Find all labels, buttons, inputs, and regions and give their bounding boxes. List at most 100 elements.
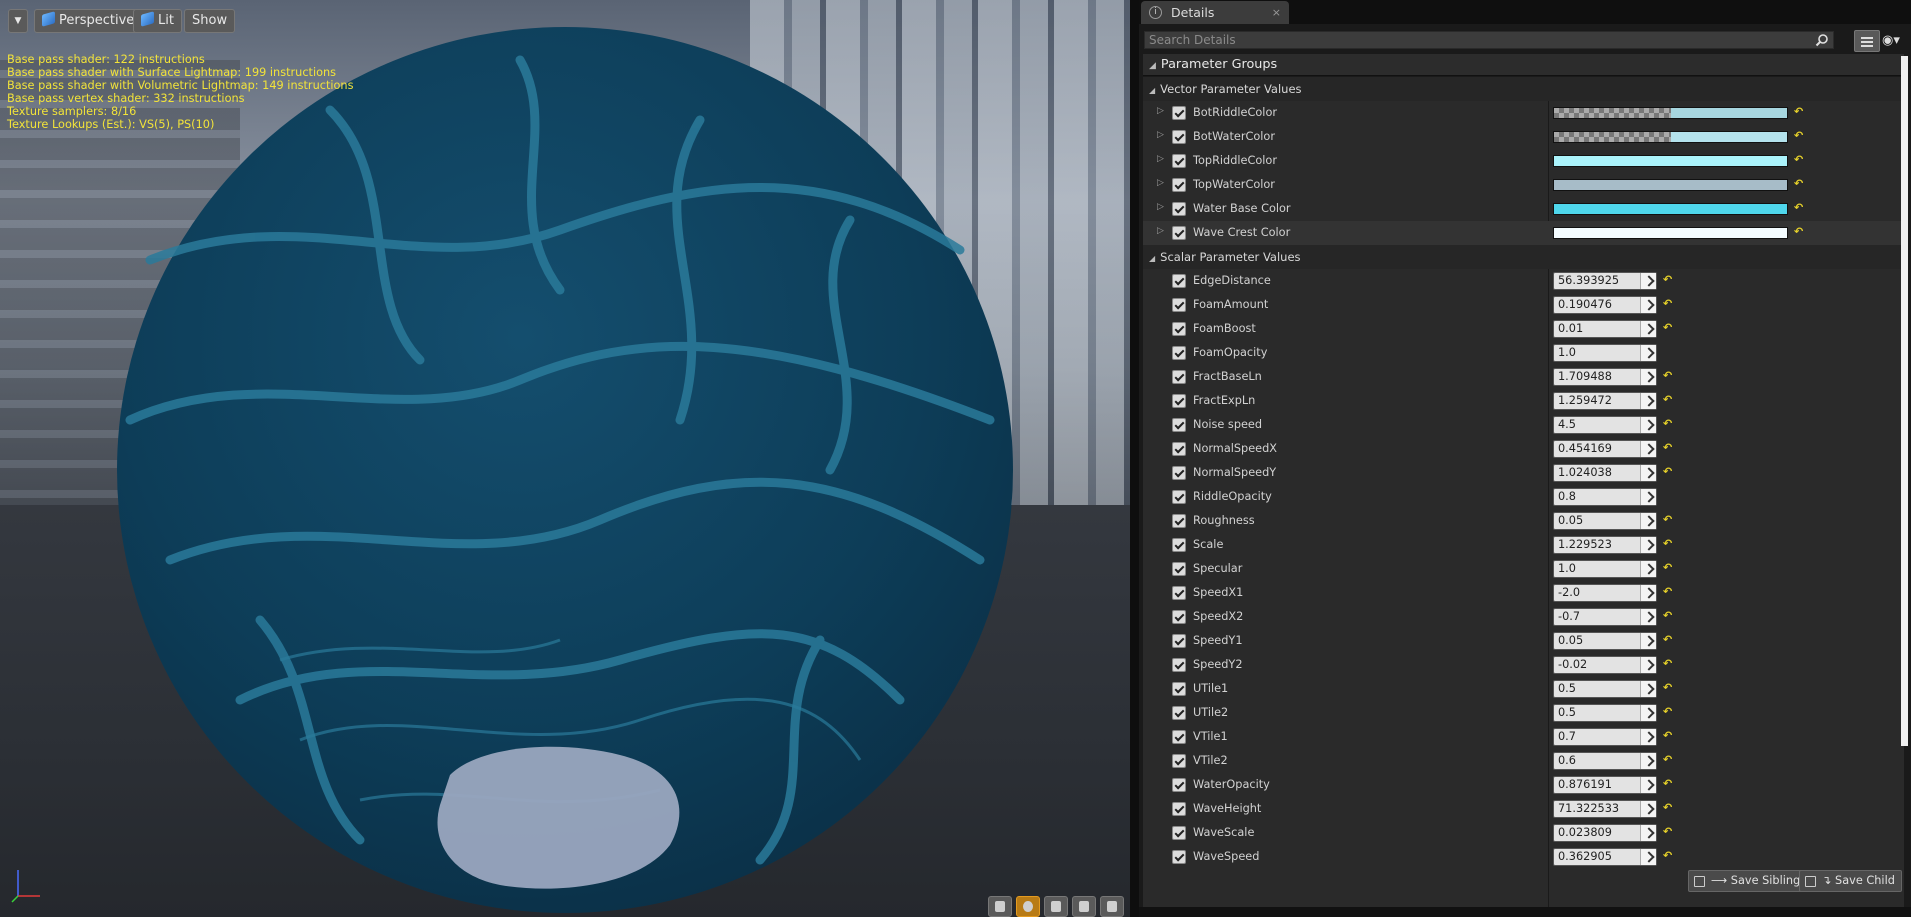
override-checkbox[interactable] bbox=[1172, 442, 1186, 456]
scalar-value-input[interactable]: 0.454169 bbox=[1553, 440, 1657, 458]
reset-to-default-icon[interactable]: ↶ bbox=[1794, 226, 1804, 238]
save-child-button[interactable]: ↴ Save Child bbox=[1799, 870, 1902, 892]
scalar-value-input[interactable]: 0.023809 bbox=[1553, 824, 1657, 842]
scalar-value-input[interactable]: 0.8 bbox=[1553, 488, 1657, 506]
reset-to-default-icon[interactable]: ↶ bbox=[1663, 826, 1673, 838]
override-checkbox[interactable] bbox=[1172, 658, 1186, 672]
override-checkbox[interactable] bbox=[1172, 754, 1186, 768]
plane-icon[interactable] bbox=[1044, 896, 1068, 917]
override-checkbox[interactable] bbox=[1172, 466, 1186, 480]
drag-spin-icon[interactable] bbox=[1640, 441, 1656, 457]
parameter-groups-header[interactable]: ◢ Parameter Groups bbox=[1143, 54, 1904, 76]
reset-to-default-icon[interactable]: ↶ bbox=[1794, 154, 1804, 166]
search-input[interactable] bbox=[1144, 31, 1834, 49]
reset-to-default-icon[interactable]: ↶ bbox=[1663, 658, 1673, 670]
cube-icon[interactable] bbox=[1072, 896, 1096, 917]
override-checkbox[interactable] bbox=[1172, 346, 1186, 360]
scalar-value-input[interactable]: 4.5 bbox=[1553, 416, 1657, 434]
override-checkbox[interactable] bbox=[1172, 514, 1186, 528]
drag-spin-icon[interactable] bbox=[1640, 465, 1656, 481]
scalar-value-input[interactable]: 0.5 bbox=[1553, 680, 1657, 698]
reset-to-default-icon[interactable]: ↶ bbox=[1663, 850, 1673, 862]
search-icon[interactable] bbox=[1815, 33, 1829, 47]
scalar-value-input[interactable]: 0.6 bbox=[1553, 752, 1657, 770]
scalar-value-input[interactable]: 71.322533 bbox=[1553, 800, 1657, 818]
scalar-value-input[interactable]: 0.05 bbox=[1553, 632, 1657, 650]
override-checkbox[interactable] bbox=[1172, 370, 1186, 384]
drag-spin-icon[interactable] bbox=[1640, 561, 1656, 577]
scalar-value-input[interactable]: 0.5 bbox=[1553, 704, 1657, 722]
drag-spin-icon[interactable] bbox=[1640, 609, 1656, 625]
override-checkbox[interactable] bbox=[1172, 850, 1186, 864]
override-checkbox[interactable] bbox=[1172, 394, 1186, 408]
drag-spin-icon[interactable] bbox=[1640, 489, 1656, 505]
reset-to-default-icon[interactable]: ↶ bbox=[1794, 106, 1804, 118]
reset-to-default-icon[interactable]: ↶ bbox=[1663, 610, 1673, 622]
scalar-value-input[interactable]: 0.362905 bbox=[1553, 848, 1657, 866]
reset-to-default-icon[interactable]: ↶ bbox=[1663, 442, 1673, 454]
parameter-section-header[interactable]: ◢ Vector Parameter Values bbox=[1143, 77, 1904, 101]
panel-splitter[interactable] bbox=[1130, 0, 1139, 917]
drag-spin-icon[interactable] bbox=[1640, 681, 1656, 697]
color-swatch[interactable] bbox=[1553, 179, 1788, 191]
reset-to-default-icon[interactable]: ↶ bbox=[1663, 586, 1673, 598]
override-checkbox[interactable] bbox=[1172, 586, 1186, 600]
drag-spin-icon[interactable] bbox=[1640, 705, 1656, 721]
drag-spin-icon[interactable] bbox=[1640, 801, 1656, 817]
drag-spin-icon[interactable] bbox=[1640, 753, 1656, 769]
expand-arrow-icon[interactable]: ▷ bbox=[1157, 130, 1164, 140]
override-checkbox[interactable] bbox=[1172, 202, 1186, 216]
override-checkbox[interactable] bbox=[1172, 274, 1186, 288]
view-options-button[interactable] bbox=[1854, 30, 1880, 52]
visibility-eye-icon[interactable]: ◉▾ bbox=[1882, 32, 1908, 50]
custom-mesh-icon[interactable] bbox=[1100, 896, 1124, 917]
sphere-icon[interactable] bbox=[1016, 896, 1040, 917]
drag-spin-icon[interactable] bbox=[1640, 657, 1656, 673]
reset-to-default-icon[interactable]: ↶ bbox=[1663, 706, 1673, 718]
override-checkbox[interactable] bbox=[1172, 802, 1186, 816]
drag-spin-icon[interactable] bbox=[1640, 345, 1656, 361]
override-checkbox[interactable] bbox=[1172, 706, 1186, 720]
drag-spin-icon[interactable] bbox=[1640, 297, 1656, 313]
scalar-value-input[interactable]: -2.0 bbox=[1553, 584, 1657, 602]
reset-to-default-icon[interactable]: ↶ bbox=[1663, 514, 1673, 526]
override-checkbox[interactable] bbox=[1172, 538, 1186, 552]
color-swatch[interactable] bbox=[1553, 227, 1788, 239]
drag-spin-icon[interactable] bbox=[1640, 321, 1656, 337]
drag-spin-icon[interactable] bbox=[1640, 777, 1656, 793]
scalar-value-input[interactable]: 1.259472 bbox=[1553, 392, 1657, 410]
reset-to-default-icon[interactable]: ↶ bbox=[1663, 778, 1673, 790]
override-checkbox[interactable] bbox=[1172, 106, 1186, 120]
reset-to-default-icon[interactable]: ↶ bbox=[1794, 178, 1804, 190]
override-checkbox[interactable] bbox=[1172, 490, 1186, 504]
drag-spin-icon[interactable] bbox=[1640, 393, 1656, 409]
drag-spin-icon[interactable] bbox=[1640, 729, 1656, 745]
drag-spin-icon[interactable] bbox=[1640, 417, 1656, 433]
tab-details[interactable]: i Details × bbox=[1141, 1, 1289, 24]
reset-to-default-icon[interactable]: ↶ bbox=[1663, 538, 1673, 550]
drag-spin-icon[interactable] bbox=[1640, 369, 1656, 385]
close-icon[interactable]: × bbox=[1272, 1, 1281, 24]
scalar-value-input[interactable]: -0.7 bbox=[1553, 608, 1657, 626]
drag-spin-icon[interactable] bbox=[1640, 633, 1656, 649]
reset-to-default-icon[interactable]: ↶ bbox=[1663, 754, 1673, 766]
override-checkbox[interactable] bbox=[1172, 226, 1186, 240]
save-sibling-button[interactable]: ⟶ Save Sibling bbox=[1688, 870, 1808, 892]
scalar-value-input[interactable]: 1.229523 bbox=[1553, 536, 1657, 554]
color-swatch[interactable] bbox=[1553, 155, 1788, 167]
scalar-value-input[interactable]: 1.709488 bbox=[1553, 368, 1657, 386]
override-checkbox[interactable] bbox=[1172, 634, 1186, 648]
override-checkbox[interactable] bbox=[1172, 298, 1186, 312]
override-checkbox[interactable] bbox=[1172, 682, 1186, 696]
drag-spin-icon[interactable] bbox=[1640, 825, 1656, 841]
expand-arrow-icon[interactable]: ▷ bbox=[1157, 202, 1164, 212]
scalar-value-input[interactable]: 0.876191 bbox=[1553, 776, 1657, 794]
reset-to-default-icon[interactable]: ↶ bbox=[1663, 274, 1673, 286]
override-checkbox[interactable] bbox=[1172, 178, 1186, 192]
details-scrollbar[interactable] bbox=[1901, 56, 1908, 746]
expand-arrow-icon[interactable]: ▷ bbox=[1157, 178, 1164, 188]
override-checkbox[interactable] bbox=[1172, 154, 1186, 168]
color-swatch[interactable] bbox=[1553, 107, 1788, 119]
material-preview-viewport[interactable]: ▼ Perspective Lit Show Base pass shader:… bbox=[0, 0, 1130, 917]
scalar-value-input[interactable]: 0.7 bbox=[1553, 728, 1657, 746]
